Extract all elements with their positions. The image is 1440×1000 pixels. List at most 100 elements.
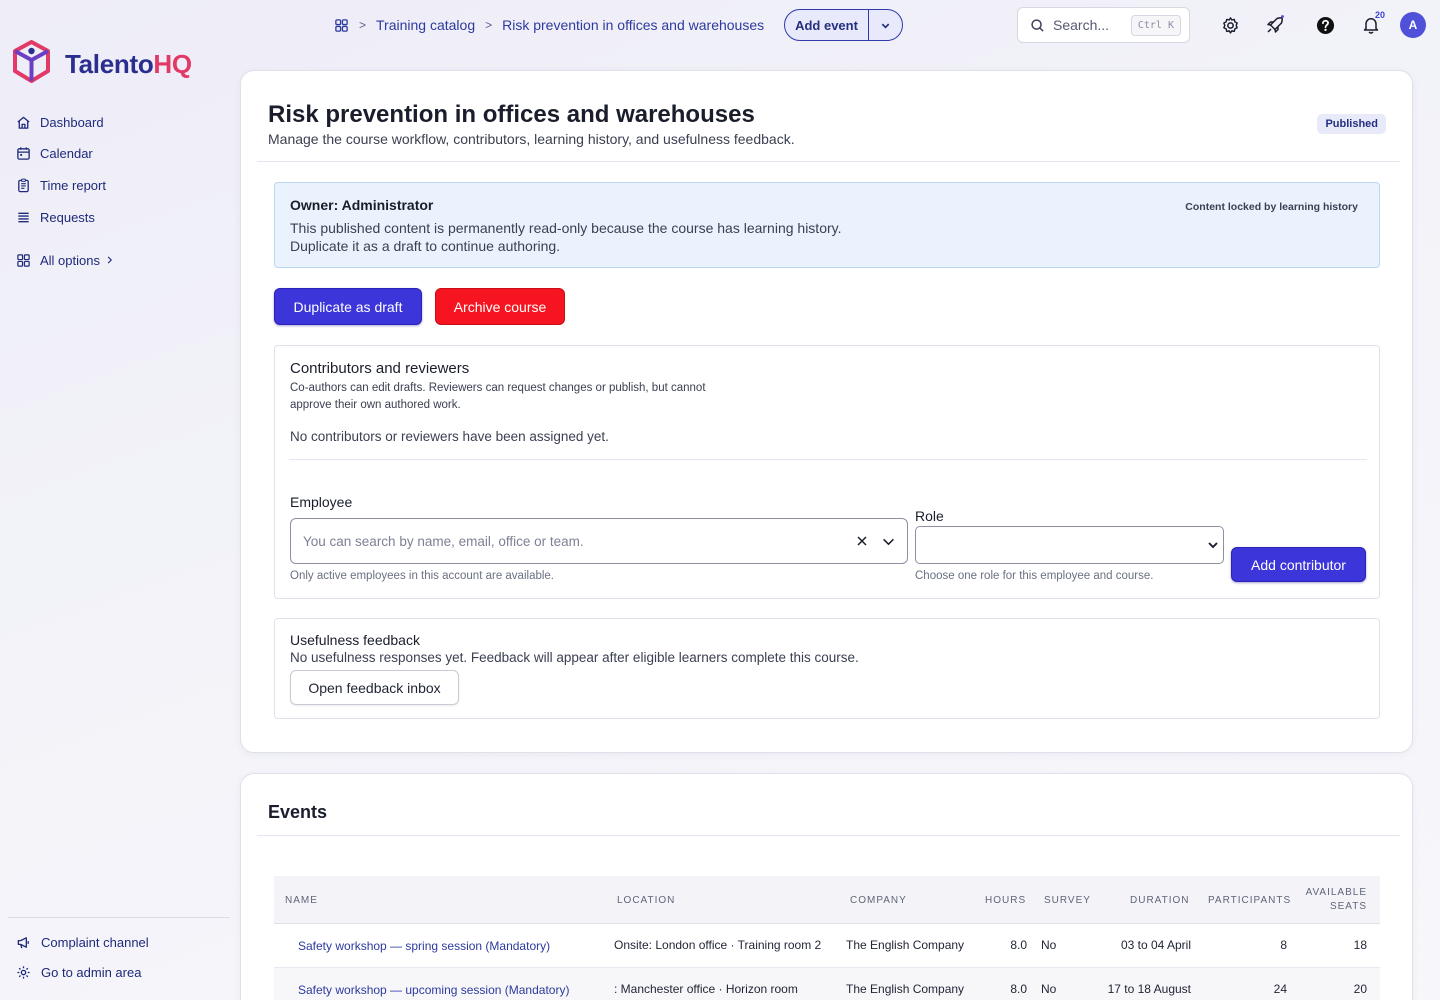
breadcrumb-training-catalog[interactable]: Training catalog <box>376 17 475 33</box>
column-header-participants[interactable]: Participants <box>1208 895 1291 906</box>
archive-course-button[interactable]: Archive course <box>435 288 565 325</box>
column-header-hours[interactable]: Hours <box>985 895 1026 906</box>
event-name-link[interactable]: Safety workshop — spring session (Mandat… <box>298 939 550 953</box>
sidebar-item-time-report[interactable]: Time report <box>16 175 106 195</box>
clipboard-icon <box>18 178 29 192</box>
column-header-duration[interactable]: Duration <box>1130 895 1189 906</box>
admin-area-label: Go to admin area <box>41 965 142 980</box>
add-event-button[interactable]: Add event <box>785 10 869 40</box>
event-hours: 8.0 <box>1010 938 1027 952</box>
status-badge: Published <box>1317 114 1386 134</box>
contributors-description: Co-authors can edit drafts. Reviewers ca… <box>290 380 706 414</box>
event-company: The English Company <box>846 938 965 952</box>
event-available-seats: 20 <box>1353 982 1367 996</box>
sidebar-divider <box>8 917 230 918</box>
column-header-seats: seats <box>1329 901 1367 912</box>
employee-placeholder: You can search by name, email, office or… <box>303 533 584 549</box>
search-icon <box>1031 18 1044 32</box>
add-event-split-button: Add event <box>784 9 903 41</box>
column-header-survey[interactable]: Survey <box>1044 895 1091 906</box>
sidebar-item-label: Time report <box>40 177 106 193</box>
complaint-channel-label: Complaint channel <box>41 935 149 950</box>
owner-label: Owner: Administrator <box>290 197 434 213</box>
home-icon <box>17 116 30 129</box>
event-participants: 24 <box>1273 982 1287 996</box>
admin-area-link[interactable]: Go to admin area <box>16 965 141 980</box>
settings-button[interactable] <box>1219 14 1241 36</box>
duplicate-as-draft-button[interactable]: Duplicate as draft <box>274 288 422 325</box>
open-feedback-inbox-button[interactable]: Open feedback inbox <box>290 670 459 705</box>
table-row[interactable]: Safety workshop — spring session (Mandat… <box>274 924 1380 968</box>
sidebar-item-label: Calendar <box>40 145 93 161</box>
add-contributor-button[interactable]: Add contributor <box>1231 547 1366 582</box>
event-survey: No <box>1041 938 1057 952</box>
event-company: The English Company <box>846 982 965 996</box>
sidebar-item-label: Requests <box>40 209 95 225</box>
apps-grid-icon[interactable] <box>334 18 349 33</box>
sidebar-item-requests[interactable]: Requests <box>16 207 95 227</box>
chevron-right-icon <box>107 256 113 264</box>
column-header-company[interactable]: Company <box>850 895 907 906</box>
employee-hint: Only active employees in this account ar… <box>290 570 555 582</box>
events-table: Name Location Company Hours Survey Durat… <box>274 876 1380 1000</box>
column-header-available-seats[interactable]: Available seats <box>1306 887 1367 912</box>
brand-logo[interactable]: TalentoHQ <box>12 40 192 88</box>
sidebar-item-all-options[interactable]: All options <box>16 250 115 270</box>
events-divider <box>257 835 1400 836</box>
contributors-title: Contributors and reviewers <box>290 360 470 377</box>
column-header-available: Available <box>1305 887 1367 898</box>
grid-icon <box>17 253 30 267</box>
sidebar-item-label: All options <box>40 252 100 268</box>
page-title: Risk prevention in offices and warehouse… <box>268 101 755 128</box>
whats-new-button[interactable] <box>1264 14 1286 36</box>
feedback-title: Usefulness feedback <box>290 632 420 648</box>
event-location: : Manchester office · Horizon room <box>614 982 798 996</box>
contributors-divider <box>289 459 1367 460</box>
events-card: Events Name Location Company Hours Surve… <box>240 773 1413 1000</box>
calendar-icon <box>17 146 30 160</box>
search-input[interactable]: Search... Ctrl K <box>1017 7 1190 43</box>
read-only-alert: Owner: Administrator This published cont… <box>274 182 1380 268</box>
event-duration: 03 to 04 April <box>1120 938 1191 952</box>
contributors-empty-state: No contributors or reviewers have been a… <box>290 429 609 444</box>
chevron-down-icon <box>881 23 890 29</box>
brand-name: TalentoHQ <box>65 48 192 79</box>
list-icon <box>18 212 29 222</box>
event-duration: 17 to 18 August <box>1107 982 1191 996</box>
role-hint: Choose one role for this employee and co… <box>915 570 1154 582</box>
event-survey: No <box>1041 982 1057 996</box>
role-select[interactable] <box>915 526 1224 564</box>
contributors-panel: Contributors and reviewers Co-authors ca… <box>274 345 1380 599</box>
feedback-panel: Usefulness feedback No usefulness respon… <box>274 618 1380 719</box>
clear-button[interactable] <box>856 535 868 547</box>
sidebar-item-label: Dashboard <box>40 114 104 130</box>
employee-combobox[interactable]: You can search by name, email, office or… <box>290 518 908 564</box>
event-location: Onsite: London office · Training room 2 <box>614 938 822 952</box>
search-shortcut-hint: Ctrl K <box>1130 14 1181 36</box>
help-icon <box>1316 16 1334 34</box>
help-button[interactable] <box>1314 14 1336 36</box>
table-header: Name Location Company Hours Survey Durat… <box>274 876 1380 924</box>
column-header-name[interactable]: Name <box>285 895 318 906</box>
sidebar: TalentoHQ Dashboard Calendar Time report… <box>0 0 230 1000</box>
close-icon <box>857 536 867 546</box>
role-label: Role <box>915 508 944 524</box>
user-avatar[interactable]: A <box>1400 12 1426 38</box>
notification-count-badge: 20 <box>1375 10 1386 20</box>
complaint-channel-link[interactable]: Complaint channel <box>16 935 149 950</box>
breadcrumb-current-course[interactable]: Risk prevention in offices and warehouse… <box>502 17 764 33</box>
header-divider <box>257 161 1400 162</box>
employee-dropdown-toggle[interactable] <box>882 535 895 548</box>
sidebar-item-dashboard[interactable]: Dashboard <box>16 112 104 132</box>
employee-label: Employee <box>290 494 353 510</box>
sidebar-item-calendar[interactable]: Calendar <box>16 143 93 163</box>
search-placeholder: Search... <box>1053 17 1110 33</box>
gear-icon <box>1222 16 1238 34</box>
column-header-location[interactable]: Location <box>617 895 675 906</box>
add-event-menu-toggle[interactable] <box>869 10 902 40</box>
event-available-seats: 18 <box>1353 938 1367 952</box>
feedback-empty-state: No usefulness responses yet. Feedback wi… <box>290 650 859 665</box>
course-card: Risk prevention in offices and warehouse… <box>240 70 1413 753</box>
event-name-link[interactable]: Safety workshop — upcoming session (Mand… <box>298 983 569 997</box>
table-row[interactable]: Safety workshop — upcoming session (Mand… <box>274 968 1380 1000</box>
